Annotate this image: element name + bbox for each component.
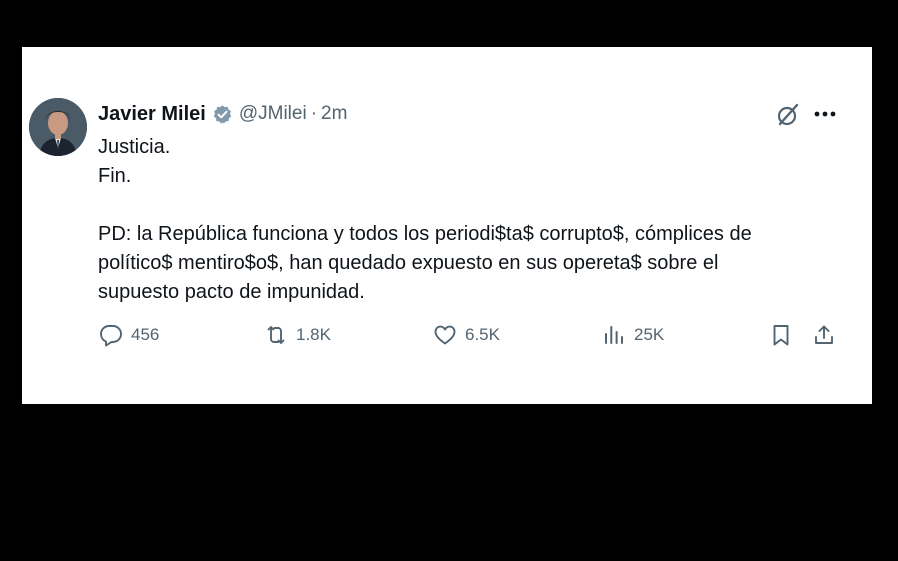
tweet-header: Javier Milei @JMilei · 2m	[98, 101, 347, 127]
views-button[interactable]: 25K	[602, 321, 664, 349]
avatar[interactable]	[29, 98, 87, 156]
reply-count: 456	[131, 325, 160, 344]
bookmark-button[interactable]	[769, 321, 793, 349]
heart-icon	[434, 325, 456, 345]
tweet-text-line: Justicia.	[98, 136, 171, 158]
avatar-photo	[29, 98, 87, 156]
author-name[interactable]: Javier Milei	[98, 103, 206, 126]
tweet-text: Justicia. Fin. PD: la República funciona…	[98, 133, 838, 307]
repost-icon	[267, 326, 285, 344]
tweet-text-line: político$ mentiro$o$, han quedado expues…	[98, 252, 719, 274]
share-button[interactable]	[812, 321, 836, 349]
more-icon[interactable]	[812, 101, 838, 127]
share-icon	[815, 325, 833, 344]
author-handle[interactable]: @JMilei	[239, 103, 307, 125]
like-button[interactable]: 6.5K	[433, 321, 500, 349]
reply-icon	[100, 325, 122, 347]
bookmark-icon	[773, 325, 789, 346]
tweet-card: Javier Milei @JMilei · 2m Justicia. Fin.…	[22, 47, 872, 404]
tweet-text-line: PD: la República funciona y todos los pe…	[98, 223, 752, 245]
views-count: 25K	[634, 325, 665, 344]
tweet-timestamp[interactable]: 2m	[321, 103, 347, 125]
repost-count: 1.8K	[296, 325, 331, 344]
reply-button[interactable]: 456	[99, 321, 159, 349]
grok-icon[interactable]	[774, 101, 802, 129]
views-icon	[605, 326, 623, 344]
verified-badge-icon	[212, 104, 233, 125]
separator-dot: ·	[310, 103, 318, 124]
tweet-text-line: supuesto pacto de impunidad.	[98, 281, 365, 303]
like-count: 6.5K	[465, 325, 500, 344]
repost-button[interactable]: 1.8K	[264, 321, 331, 349]
tweet-text-line: Fin.	[98, 165, 132, 187]
